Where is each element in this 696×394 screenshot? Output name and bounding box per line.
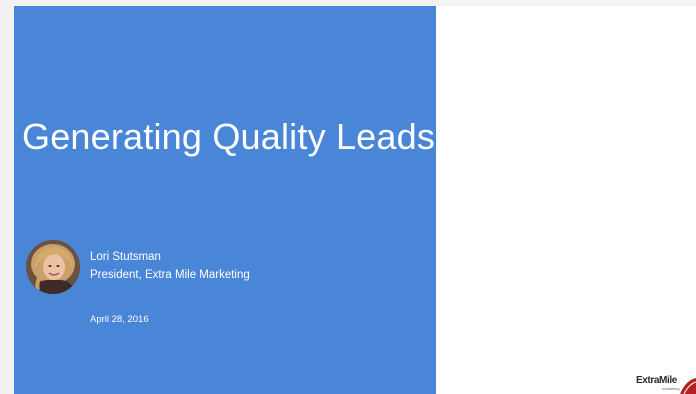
presenter-avatar xyxy=(26,240,80,294)
presenter-role: President, Extra Mile Marketing xyxy=(90,269,250,281)
logo-swoosh-icon xyxy=(680,378,696,394)
title-slide: Generating Quality Leads Lori Stutsman P… xyxy=(14,6,436,394)
viewer-left-gutter xyxy=(0,0,14,394)
presenter-name: Lori Stutsman xyxy=(90,251,161,263)
presentation-viewer: Generating Quality Leads Lori Stutsman P… xyxy=(0,0,696,394)
presentation-date: April 28, 2016 xyxy=(90,314,149,325)
slide-title: Generating Quality Leads xyxy=(22,116,436,157)
extra-mile-logo: ExtraMile marketing xyxy=(634,372,696,394)
presenter-photo xyxy=(26,240,80,294)
